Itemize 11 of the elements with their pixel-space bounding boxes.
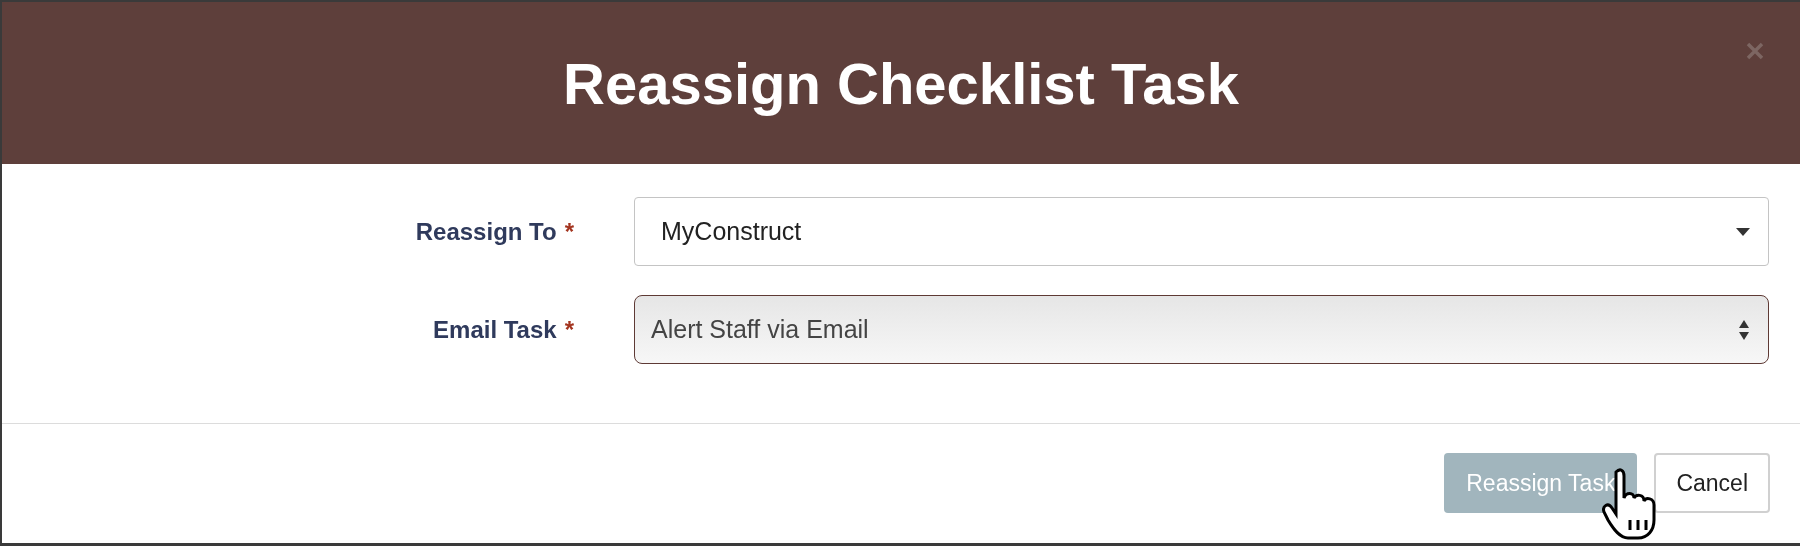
caret-down-icon bbox=[1736, 227, 1750, 236]
required-mark: * bbox=[564, 216, 574, 247]
field-label: Reassign To bbox=[415, 216, 557, 247]
close-icon[interactable] bbox=[1746, 42, 1764, 60]
cancel-button[interactable]: Cancel bbox=[1654, 453, 1770, 513]
assignee-dropdown[interactable]: MyConstruct bbox=[634, 197, 1769, 266]
required-mark: * bbox=[564, 314, 574, 345]
up-down-caret-icon bbox=[1738, 318, 1750, 341]
email-select[interactable]: Alert Staff via Email bbox=[634, 295, 1769, 364]
field-label: Email Task bbox=[433, 314, 557, 345]
dialog-title: Reassign Checklist Task bbox=[563, 49, 1239, 118]
